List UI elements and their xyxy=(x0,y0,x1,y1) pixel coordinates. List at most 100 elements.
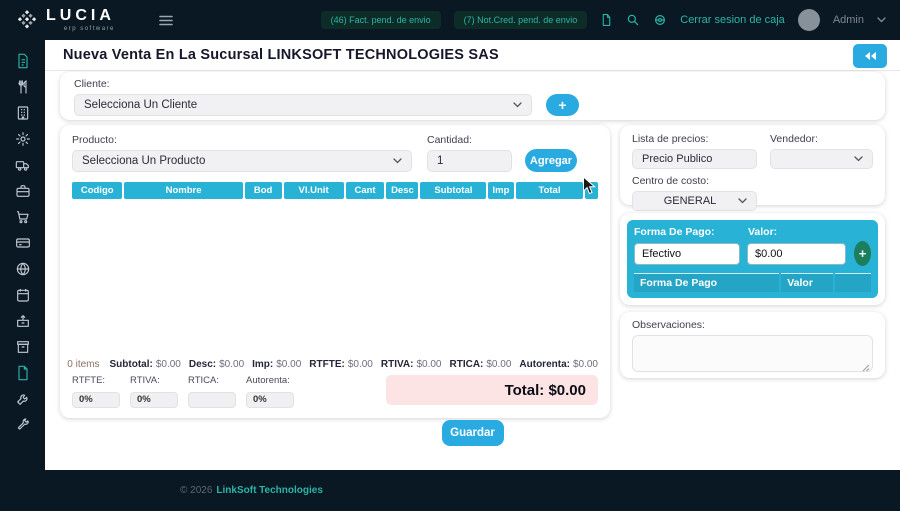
plus-icon: + xyxy=(558,97,566,113)
items-count: 0 items xyxy=(67,359,99,370)
sidebar-item-payments[interactable] xyxy=(15,234,31,251)
col-imp: Imp xyxy=(488,182,513,199)
col-bod: Bod xyxy=(245,182,282,199)
rtfte-value: $0.00 xyxy=(348,359,373,370)
product-select-value: Selecciona Un Producto xyxy=(82,155,205,167)
chevron-down-icon xyxy=(513,102,522,108)
avatar[interactable] xyxy=(798,9,820,31)
title-bar: Nueva Venta En La Sucursal LINKSOFT TECH… xyxy=(45,40,900,71)
search-icon xyxy=(626,13,640,27)
rtica-value: $0.00 xyxy=(486,359,511,370)
sidebar-item-invoicing[interactable] xyxy=(15,52,31,69)
product-label: Producto: xyxy=(72,134,412,146)
cost-center-select[interactable]: GENERAL xyxy=(632,191,757,211)
add-payment-button[interactable]: + xyxy=(854,241,871,266)
rtfte-label: RTFTE: xyxy=(309,359,345,370)
col-codigo: Codigo xyxy=(72,182,122,199)
page-title: Nueva Venta En La Sucursal LINKSOFT TECH… xyxy=(63,47,499,63)
top-navbar: LUCIA erp software (46) Fact. pend. de e… xyxy=(0,0,900,40)
sidebar-item-dispatch[interactable] xyxy=(15,312,31,329)
desc-value: $0.00 xyxy=(219,359,244,370)
desc-label: Desc: xyxy=(189,359,216,370)
search-button[interactable] xyxy=(626,13,640,27)
vendor-select[interactable] xyxy=(770,149,873,169)
sidebar-item-logistics[interactable] xyxy=(15,156,31,173)
pricing-card: Lista de precios: Vendedor: Centro de co… xyxy=(620,125,885,205)
cost-center-value: GENERAL xyxy=(642,195,738,207)
user-menu[interactable]: Admin xyxy=(833,14,864,26)
items-table-header: Codigo Nombre Bod Vl.Unit Cant Desc Subt… xyxy=(72,182,598,199)
settings-button[interactable] xyxy=(653,13,667,27)
payment-method-input[interactable] xyxy=(634,243,740,265)
sidebar-item-web[interactable] xyxy=(15,260,31,277)
hamburger-icon xyxy=(159,15,173,26)
quantity-label: Cantidad: xyxy=(427,134,512,146)
autorenta-label: Autorenta: xyxy=(519,359,570,370)
add-product-button[interactable]: Agregar xyxy=(525,149,577,172)
rtfte-input-label: RTFTE: xyxy=(72,375,120,386)
building-icon xyxy=(15,105,31,121)
col-cant: Cant xyxy=(346,182,385,199)
rtica-input[interactable] xyxy=(188,392,236,408)
rtiva-input[interactable] xyxy=(130,392,178,408)
main-content: Nueva Venta En La Sucursal LINKSOFT TECH… xyxy=(45,40,900,470)
client-label: Cliente: xyxy=(74,78,871,90)
document-icon xyxy=(600,13,613,27)
tools-icon xyxy=(15,391,31,407)
plus-icon: + xyxy=(859,246,867,261)
pending-invoices-badge[interactable]: (46) Fact. pend. de envio xyxy=(321,11,441,29)
calendar-icon xyxy=(15,287,31,303)
sidebar-item-calendar[interactable] xyxy=(15,286,31,303)
company-link[interactable]: LinkSoft Technologies xyxy=(216,485,322,496)
grand-total: Total: $0.00 xyxy=(386,375,598,405)
quantity-input[interactable] xyxy=(427,150,512,172)
sidebar-item-purchases[interactable] xyxy=(15,208,31,225)
navbar-right-group: (46) Fact. pend. de envio (7) Not.Cred. … xyxy=(321,9,886,31)
product-select[interactable]: Selecciona Un Producto xyxy=(72,150,412,172)
payment-value-input[interactable] xyxy=(747,243,846,265)
wrench-icon xyxy=(15,417,31,433)
subtotal-value: $0.00 xyxy=(156,359,181,370)
close-register-link[interactable]: Cerrar sesion de caja xyxy=(680,14,785,26)
imp-label: Imp: xyxy=(252,359,273,370)
col-total: Total xyxy=(516,182,584,199)
gear-icon xyxy=(653,13,667,27)
autorenta-value: $0.00 xyxy=(573,359,598,370)
price-list-label: Lista de precios: xyxy=(632,133,757,145)
sidebar-item-maintenance[interactable] xyxy=(15,416,31,433)
cost-center-label: Centro de costo: xyxy=(632,175,757,187)
sidebar-item-inventory[interactable] xyxy=(15,338,31,355)
client-select[interactable]: Selecciona Un Cliente xyxy=(74,94,532,116)
sidebar-item-tools[interactable] xyxy=(15,390,31,407)
client-card: Cliente: Selecciona Un Cliente + xyxy=(60,72,885,120)
sidebar-item-settings[interactable] xyxy=(15,130,31,147)
observations-textarea[interactable] xyxy=(632,335,873,372)
sidebar-item-company[interactable] xyxy=(15,104,31,121)
truck-icon xyxy=(15,157,31,173)
menu-toggle-button[interactable] xyxy=(159,15,173,26)
col-desc: Desc xyxy=(386,182,418,199)
footer: © 2026 LinkSoft Technologies xyxy=(0,470,900,511)
brand-logo[interactable]: LUCIA erp software xyxy=(14,7,115,33)
globe-icon xyxy=(15,261,31,277)
sale-items-card: Producto: Selecciona Un Producto Cantida… xyxy=(60,125,610,418)
price-list-input[interactable] xyxy=(632,149,757,169)
autorenta-input[interactable] xyxy=(246,392,294,408)
add-client-button[interactable]: + xyxy=(546,94,579,116)
rtfte-input[interactable] xyxy=(72,392,120,408)
file-icon xyxy=(15,365,31,381)
chevron-down-icon xyxy=(738,198,747,204)
sidebar-item-documents[interactable] xyxy=(15,364,31,381)
collapse-panel-button[interactable] xyxy=(853,44,887,68)
sidebar-item-portfolio[interactable] xyxy=(15,182,31,199)
col-subtotal: Subtotal xyxy=(420,182,486,199)
payment-col-actions xyxy=(835,273,871,292)
brand-name: LUCIA xyxy=(46,8,115,24)
archive-icon xyxy=(15,339,31,355)
pending-credit-notes-badge[interactable]: (7) Not.Cred. pend. de envio xyxy=(454,11,588,29)
save-button[interactable]: Guardar xyxy=(442,420,504,446)
observations-label: Observaciones: xyxy=(632,319,873,331)
sidebar-item-restaurant[interactable] xyxy=(15,78,31,95)
box-upload-icon xyxy=(15,313,31,329)
documents-button[interactable] xyxy=(600,13,613,27)
